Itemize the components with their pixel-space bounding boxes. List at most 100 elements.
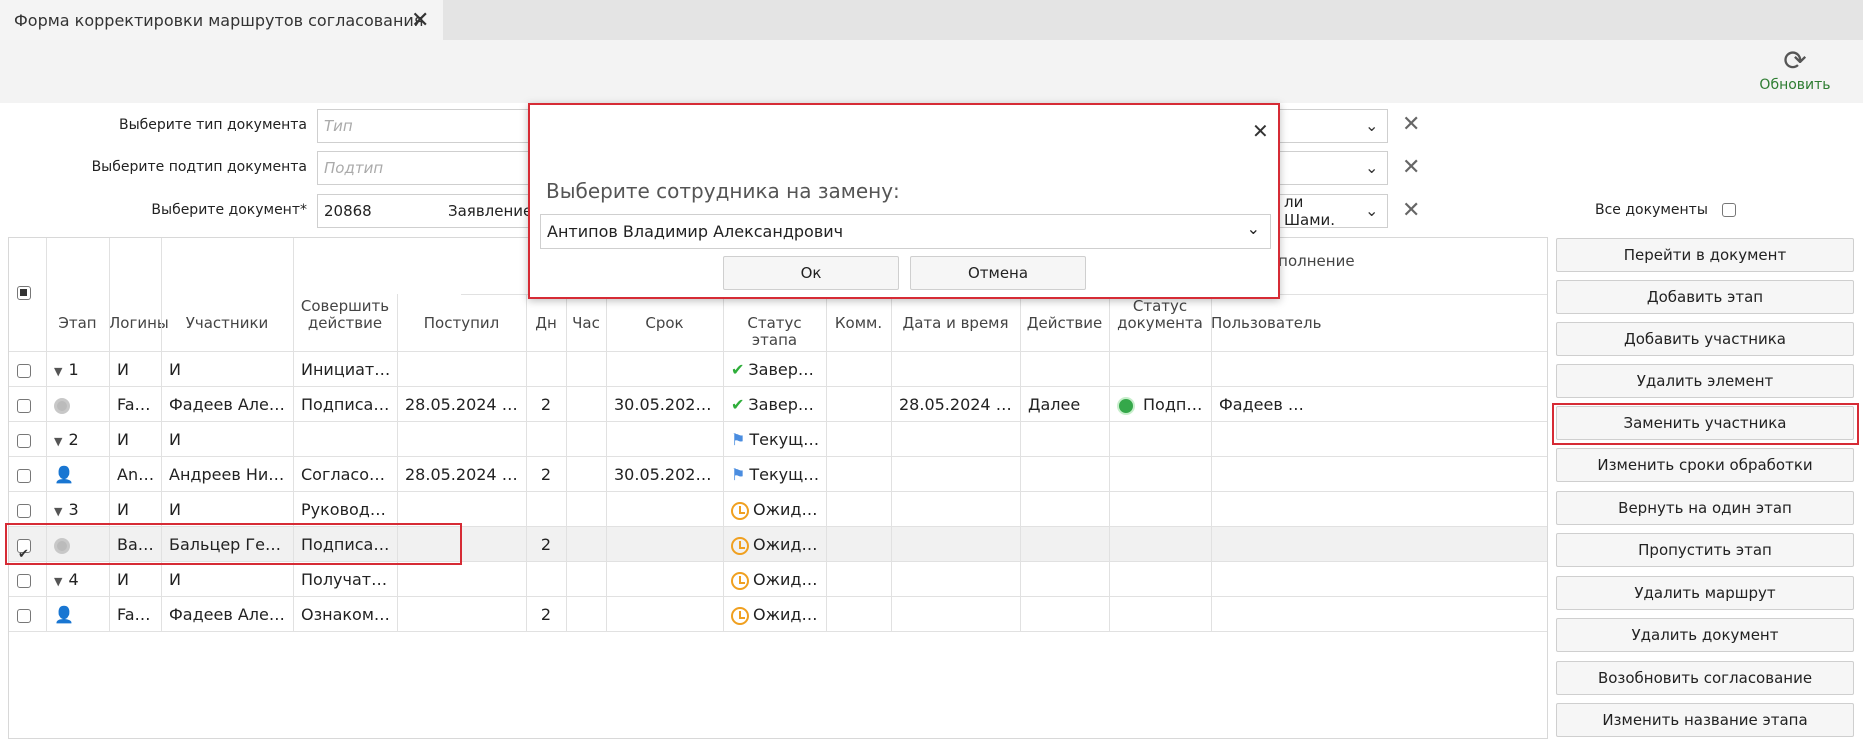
column-header[interactable]: Логины <box>109 315 169 332</box>
doc-status-cell <box>1117 352 1207 387</box>
close-icon[interactable]: ✕ <box>411 8 429 33</box>
change-deadlines-button[interactable]: Изменить сроки обработки <box>1556 448 1854 482</box>
login-cell: И <box>117 360 129 379</box>
column-header[interactable]: Пользователь <box>1211 315 1321 332</box>
delete-element-button[interactable]: Удалить элемент <box>1556 364 1854 398</box>
action-cell: Получатель <box>301 570 393 589</box>
clear-doc-icon[interactable]: ✕ <box>1402 198 1420 223</box>
table-row[interactable]: ▼ 1 И И Инициатор ✔ Заверш... <box>9 352 1547 387</box>
doc-number-input[interactable]: 20868 <box>317 194 443 228</box>
dialog-title: Выберите сотрудника на замену: <box>546 179 900 203</box>
employee-select[interactable]: Антипов Владимир Александрович ⌄ <box>540 214 1271 249</box>
participant-cell: Фадеев Алексе... <box>169 605 289 624</box>
refresh-label: Обновить <box>1759 77 1831 93</box>
go-to-document-button[interactable]: Перейти в документ <box>1556 238 1854 272</box>
close-icon[interactable]: ✕ <box>1252 119 1269 143</box>
expand-triangle-icon[interactable]: ▼ <box>54 494 62 527</box>
action-cell: Ознакомит... <box>301 605 393 624</box>
row-checkbox[interactable] <box>17 573 31 588</box>
column-header[interactable]: Дн <box>526 315 566 332</box>
doc-type-input[interactable]: Тип <box>317 109 532 143</box>
stage-cell: ▼ 3 <box>54 492 105 527</box>
received-cell <box>405 527 522 562</box>
table-row[interactable]: Bal... Бальцер Герма... Подписать ... 2 Ожид… <box>9 527 1547 562</box>
table-row[interactable]: 👤 Fad... Фадеев Алексе... Ознакомит... 2 Ожид… <box>9 597 1547 632</box>
table-row[interactable]: ▼ 2 И И ⚑ Текущий <box>9 422 1547 457</box>
row-checkbox-cell <box>17 422 37 457</box>
row-checkbox-cell <box>17 597 37 632</box>
deadline-cell <box>614 352 719 387</box>
stage-cell <box>54 387 105 422</box>
row-checkbox[interactable] <box>17 363 31 378</box>
column-header[interactable]: Участники <box>161 315 293 332</box>
rename-stage-button[interactable]: Изменить название этапа <box>1556 703 1854 737</box>
select-all-checkbox[interactable] <box>17 286 31 300</box>
row-checkbox[interactable] <box>17 468 31 483</box>
stage-cell <box>54 527 105 562</box>
datetime-cell <box>899 492 1016 527</box>
expand-triangle-icon[interactable]: ▼ <box>54 424 62 457</box>
doc-status-cell <box>1117 457 1207 492</box>
table-row[interactable]: 👤 And... Андреев Никит... Согласовать 28.05.… <box>9 457 1547 492</box>
return-one-stage-button[interactable]: Вернуть на один этап <box>1556 491 1854 525</box>
table-row[interactable]: ▼3ИИРуководите...Ожидан... <box>9 492 1547 527</box>
column-header[interactable]: Совершить действие <box>293 298 397 332</box>
add-participant-button[interactable]: Добавить участника <box>1556 322 1854 356</box>
received-cell <box>405 352 522 387</box>
doc-title-field[interactable]: Заявление <box>442 194 532 228</box>
column-header[interactable]: Действие <box>1020 315 1109 332</box>
replace-participant-button[interactable]: Заменить участника <box>1556 406 1854 440</box>
clock-icon <box>731 606 749 625</box>
days-cell: 2 <box>540 395 552 414</box>
clear-type-icon[interactable]: ✕ <box>1402 112 1420 137</box>
column-header[interactable]: Статус этапа <box>723 315 826 349</box>
clock-icon <box>731 501 749 520</box>
cancel-button[interactable]: Отмена <box>910 256 1086 290</box>
chevron-down-icon[interactable]: ⌄ <box>1247 219 1260 238</box>
delete-document-button[interactable]: Удалить документ <box>1556 618 1854 652</box>
days-cell: 2 <box>540 465 552 484</box>
tab-route-correction[interactable]: Форма корректировки маршрутов согласован… <box>0 0 443 40</box>
expand-triangle-icon[interactable]: ▼ <box>54 564 62 597</box>
row-checkbox[interactable] <box>17 537 31 562</box>
datetime-cell <box>899 527 1016 562</box>
column-header[interactable]: Статус документа <box>1109 298 1211 332</box>
doc-status-cell <box>1117 422 1207 457</box>
stage-status-cell: Ожидан... <box>731 562 822 597</box>
refresh-button[interactable]: ⟳ Обновить <box>1755 45 1835 100</box>
column-header[interactable]: Поступил <box>397 315 526 332</box>
doc-status-cell <box>1117 597 1207 632</box>
column-header[interactable]: Этап <box>46 315 109 332</box>
clear-subtype-icon[interactable]: ✕ <box>1402 155 1420 180</box>
table-row[interactable]: Fad... Фадеев Алексе... Подписать ... 28.05… <box>9 387 1547 422</box>
table-row[interactable]: ▼4ИИПолучательОжидан... <box>9 562 1547 597</box>
doc-subtype-input[interactable]: Подтип <box>317 151 532 185</box>
stage-cell: ▼ 1 <box>54 352 105 387</box>
column-header[interactable]: Срок <box>606 315 723 332</box>
stage-cell: ▼ 2 <box>54 422 105 457</box>
column-header[interactable]: Комм. <box>826 315 891 332</box>
received-cell <box>405 597 522 632</box>
expand-triangle-icon[interactable]: ▼ <box>54 354 62 387</box>
row-checkbox[interactable] <box>17 608 31 623</box>
user-cell <box>1219 457 1307 492</box>
column-header[interactable]: Час <box>566 315 606 332</box>
add-stage-button[interactable]: Добавить этап <box>1556 280 1854 314</box>
row-checkbox[interactable] <box>17 433 31 448</box>
column-header[interactable]: Дата и время <box>891 315 1020 332</box>
days-cell: 2 <box>540 605 552 624</box>
chevron-down-icon[interactable]: ⌄ <box>1365 158 1378 177</box>
stage-status-cell: Ожидан... <box>731 492 822 527</box>
all-documents-toggle[interactable]: Все документы <box>1595 202 1737 218</box>
chevron-down-icon[interactable]: ⌄ <box>1365 116 1378 135</box>
resume-approval-button[interactable]: Возобновить согласование <box>1556 661 1854 695</box>
skip-stage-button[interactable]: Пропустить этап <box>1556 533 1854 567</box>
all-documents-checkbox[interactable] <box>1722 203 1737 217</box>
stage-number: 1 <box>68 360 79 379</box>
row-checkbox[interactable] <box>17 503 31 518</box>
delete-route-button[interactable]: Удалить маршрут <box>1556 576 1854 610</box>
chevron-down-icon[interactable]: ⌄ <box>1365 201 1378 220</box>
action-cell: Подписать ... <box>301 535 393 554</box>
row-checkbox[interactable] <box>17 398 31 413</box>
ok-button[interactable]: Ок <box>723 256 899 290</box>
